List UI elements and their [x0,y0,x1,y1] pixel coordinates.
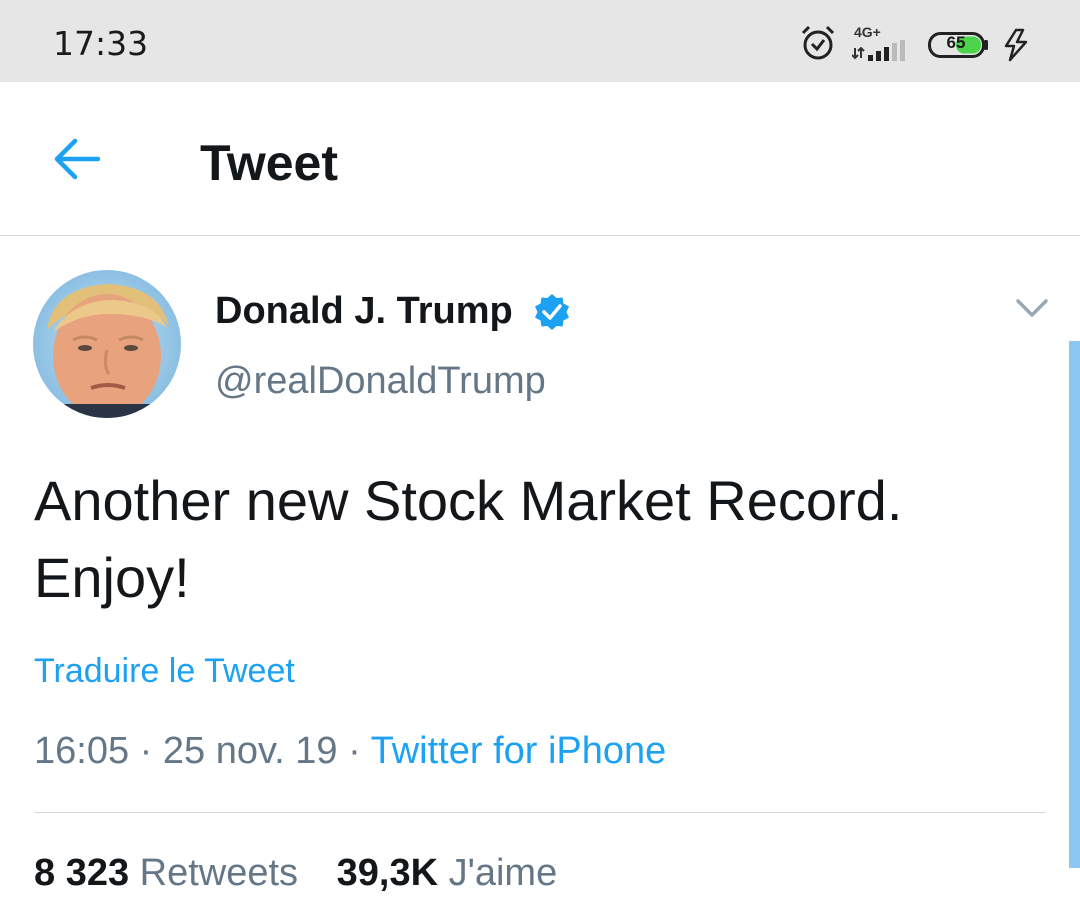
author-name[interactable]: Donald J. Trump [215,290,513,333]
author-handle[interactable]: @realDonaldTrump [215,360,546,403]
back-button[interactable] [50,136,106,182]
tweet-stats: 8 323 Retweets 39,3K J'aime [34,852,557,895]
tweet-metadata: 16:05 · 25 nov. 19 · Twitter for iPhone [34,730,666,773]
battery-level: 65 [946,33,966,52]
charging-icon [1004,28,1028,62]
avatar[interactable] [33,270,181,418]
page-title: Tweet [200,135,338,191]
chevron-down-icon[interactable] [1015,297,1049,319]
divider [34,812,1046,813]
retweets-stat[interactable]: 8 323 Retweets [34,852,298,894]
verified-badge-icon [535,294,569,330]
translate-tweet-link[interactable]: Traduire le Tweet [34,652,295,691]
status-icons: 4G+ 65 [800,22,1040,66]
status-time: 17:33 [53,24,149,63]
tweet-text-line-2: Enjoy! [34,546,190,609]
meta-separator: · [348,730,361,772]
retweets-label: Retweets [139,852,299,894]
signal-icon [852,40,905,61]
back-arrow-icon [54,138,101,180]
tweet-text: Another new Stock Market Record. Enjoy! [34,462,1044,616]
status-bar: 17:33 4G+ 65 [0,0,1080,82]
top-app-bar: Tweet [0,82,1080,236]
meta-separator: · [139,730,153,772]
likes-label: J'aime [448,852,558,894]
likes-stat[interactable]: 39,3K J'aime [337,852,558,894]
tweet-source-link[interactable]: Twitter for iPhone [371,730,667,772]
tweet-text-line-1: Another new Stock Market Record. [34,469,903,532]
likes-count: 39,3K [336,852,439,894]
avatar-image [33,270,181,418]
retweets-count: 8 323 [34,852,130,894]
tweet-time: 16:05 [34,730,130,772]
network-type-label: 4G+ [854,24,881,40]
scrollbar[interactable] [1069,341,1080,868]
tweet-date: 25 nov. 19 [162,730,338,772]
alarm-icon [801,25,835,60]
